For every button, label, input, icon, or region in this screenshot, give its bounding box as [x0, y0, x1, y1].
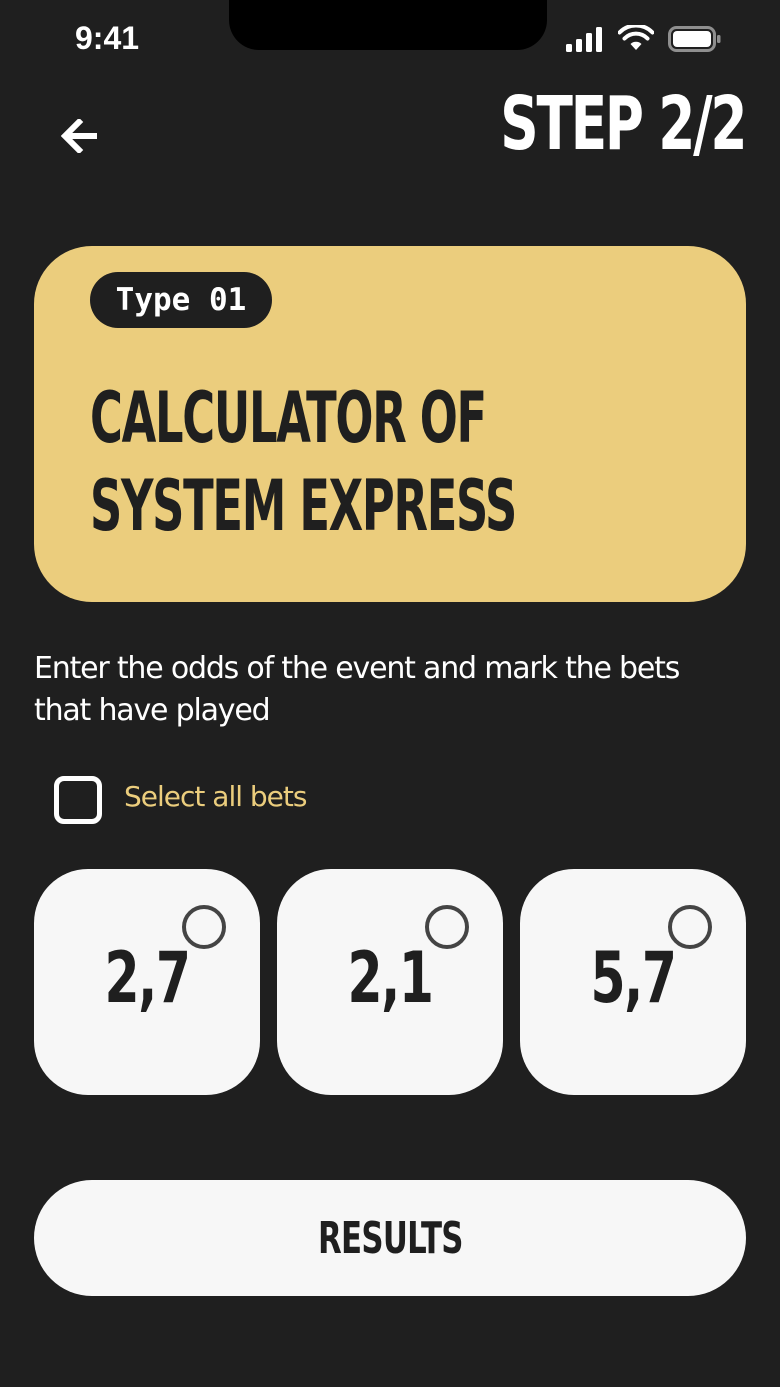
status-time: 9:41	[75, 20, 140, 56]
card-title: CALCULATOR OF SYSTEM EXPRESS	[90, 377, 517, 547]
status-bar: 9:41	[0, 0, 780, 80]
odd-value: 5,7	[590, 937, 677, 1019]
instructions-text: Enter the odds of the event and mark the…	[34, 651, 680, 728]
type-card: Type 01 CALCULATOR OF SYSTEM EXPRESS	[34, 246, 746, 602]
type-badge: Type 01	[90, 272, 272, 328]
results-button[interactable]: RESULTS	[34, 1180, 746, 1296]
odd-card[interactable]: 2,1	[277, 869, 503, 1095]
step-title: STEP 2/2	[499, 81, 747, 167]
odd-value: 2,7	[104, 937, 191, 1019]
odd-value: 2,1	[347, 937, 434, 1019]
battery-icon	[668, 26, 721, 52]
status-icons	[566, 24, 726, 54]
signal-icon	[566, 27, 602, 52]
odd-card[interactable]: 2,7	[34, 869, 260, 1095]
odds-row: 2,7 2,1 5,7	[34, 869, 746, 1095]
back-button[interactable]	[52, 110, 108, 162]
odd-card[interactable]: 5,7	[520, 869, 746, 1095]
arrow-left-icon	[61, 119, 97, 153]
device-notch	[229, 0, 547, 50]
select-all-checkbox[interactable]	[54, 776, 102, 824]
select-all-label: Select all bets	[124, 780, 307, 813]
screen: 9:41 STEP 2/2 Type 01 CALCULATOR OF SYST…	[0, 0, 780, 1387]
wifi-icon	[618, 25, 654, 50]
select-all-bets[interactable]: Select all bets	[54, 774, 354, 824]
